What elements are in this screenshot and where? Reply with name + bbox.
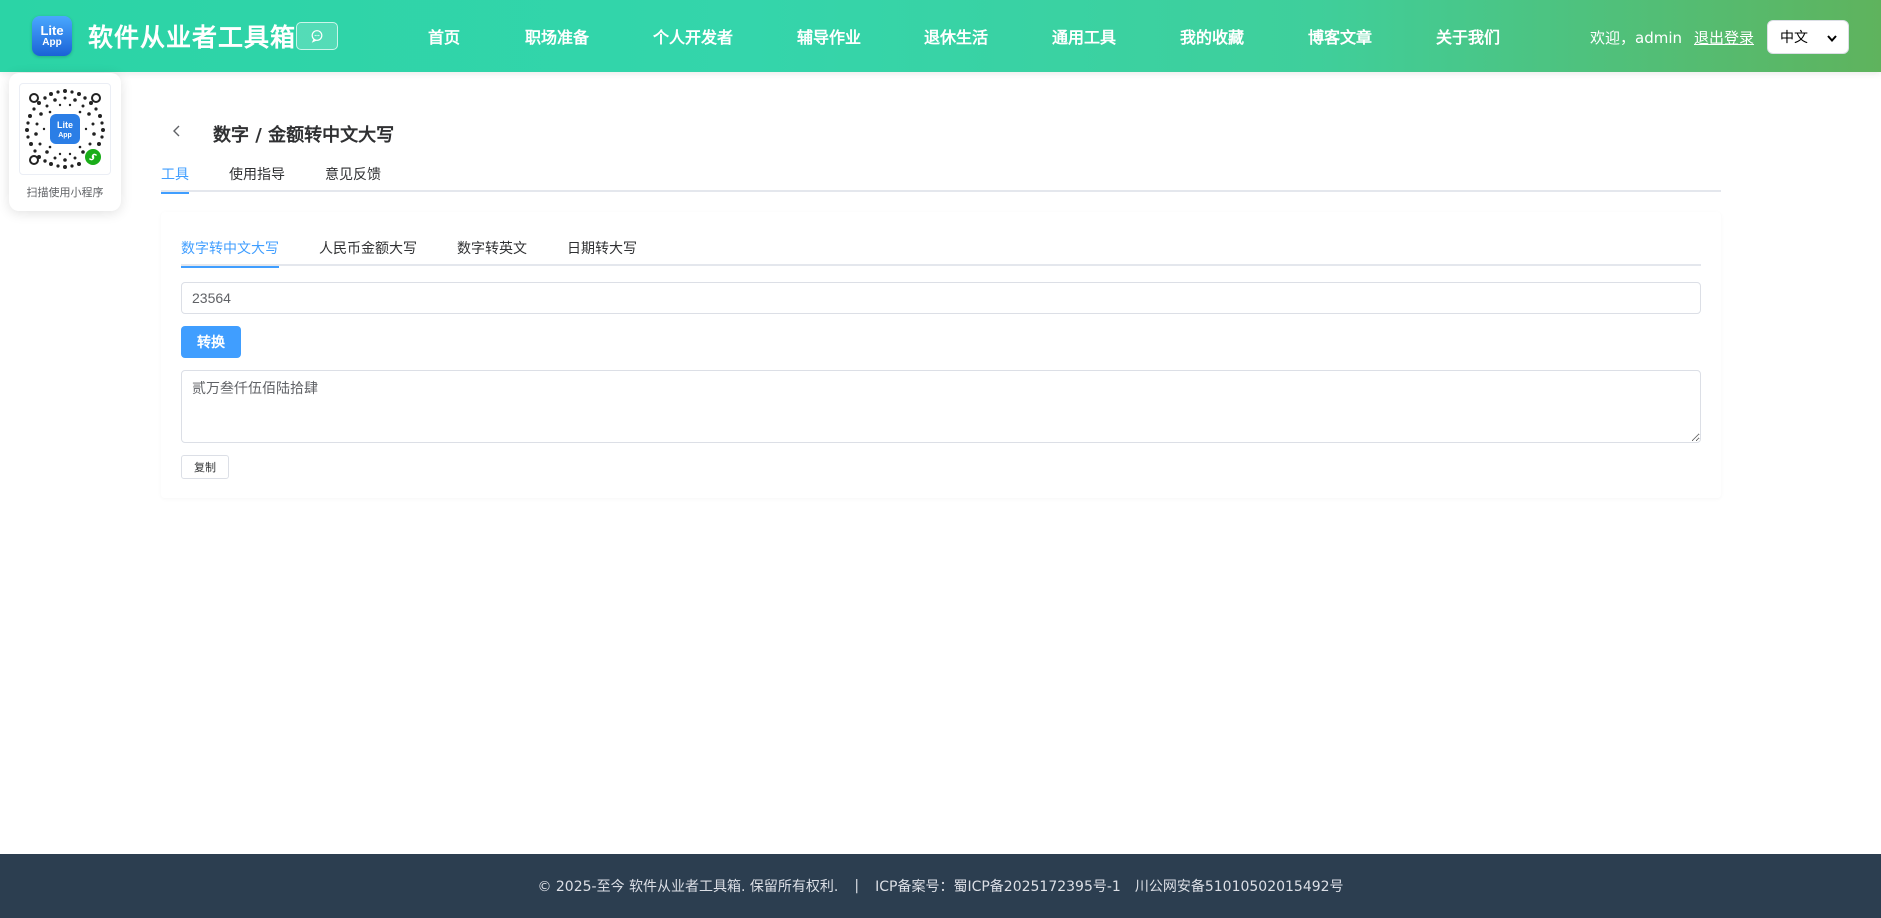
nav-item-about[interactable]: 关于我们 — [1436, 24, 1500, 48]
logo-text-line1: Lite — [40, 23, 64, 38]
logo-text-line2: App — [42, 37, 62, 48]
back-arrow-icon[interactable] — [170, 124, 184, 138]
chevron-down-icon — [1827, 35, 1837, 43]
chat-icon — [311, 30, 323, 43]
tab-feedback[interactable]: 意见反馈 — [325, 164, 381, 192]
tab-number-to-english[interactable]: 数字转英文 — [457, 238, 527, 266]
language-select[interactable]: 中文 — [1767, 20, 1849, 54]
nav-item-indie-dev[interactable]: 个人开发者 — [653, 24, 733, 48]
tool-panel: 数字转中文大写 人民币金额大写 数字转英文 日期转大写 转换 贰万叁仟伍佰陆拾肆… — [161, 212, 1721, 498]
qr-logo-line2: App — [58, 132, 72, 139]
site-title[interactable]: 软件从业者工具箱 — [88, 18, 296, 54]
qr-code-icon: Lite App — [25, 89, 105, 169]
nav-item-tools[interactable]: 通用工具 — [1052, 24, 1116, 48]
language-value: 中文 — [1780, 30, 1808, 46]
number-input[interactable] — [181, 282, 1701, 314]
tab-tool[interactable]: 工具 — [161, 164, 189, 194]
nav-item-homework[interactable]: 辅导作业 — [797, 24, 861, 48]
tab-rmb-amount[interactable]: 人民币金额大写 — [319, 238, 417, 266]
copyright-text: © 2025-至今 软件从业者工具箱. 保留所有权利. — [537, 879, 839, 895]
footer-separator: | — [854, 878, 860, 894]
qr-code: Lite App — [19, 83, 111, 175]
icp-link[interactable]: ICP备案号：蜀ICP备2025172395号-1 — [875, 876, 1121, 896]
qr-caption: 扫描使用小程序 — [26, 186, 104, 199]
chat-button[interactable] — [296, 22, 338, 50]
qr-logo-line1: Lite — [57, 120, 73, 130]
convert-button[interactable]: 转换 — [181, 326, 241, 358]
tab-date-to-chinese[interactable]: 日期转大写 — [567, 238, 637, 266]
nav-item-home[interactable]: 首页 — [428, 24, 460, 48]
result-textarea[interactable]: 贰万叁仟伍佰陆拾肆 — [181, 370, 1701, 443]
tab-guide[interactable]: 使用指导 — [229, 164, 285, 192]
nav-item-blog[interactable]: 博客文章 — [1308, 24, 1372, 48]
nav-item-retirement[interactable]: 退休生活 — [924, 24, 988, 48]
converter-tabs: 数字转中文大写 人民币金额大写 数字转英文 日期转大写 — [181, 236, 1701, 268]
page-footer: © 2025-至今 软件从业者工具箱. 保留所有权利. | ICP备案号：蜀IC… — [0, 854, 1881, 918]
page-title: 数字 / 金额转中文大写 — [213, 125, 395, 146]
page-tabs: 工具 使用指导 意见反馈 — [161, 160, 1721, 194]
app-logo[interactable]: Lite App — [32, 16, 72, 56]
nav-item-favorites[interactable]: 我的收藏 — [1180, 24, 1244, 48]
top-header: Lite App 软件从业者工具箱 首页 职场准备 个人开发者 辅导作业 退休生… — [0, 0, 1881, 72]
copy-button[interactable]: 复制 — [181, 455, 229, 479]
tab-number-to-chinese[interactable]: 数字转中文大写 — [181, 238, 279, 268]
nav-item-career[interactable]: 职场准备 — [525, 24, 589, 48]
mini-program-card: Lite App 扫描使用小程序 — [9, 73, 121, 211]
welcome-text: 欢迎，admin — [1590, 29, 1682, 47]
logout-link[interactable]: 退出登录 — [1694, 27, 1754, 48]
police-record-link[interactable]: 川公网安备51010502015492号 — [1135, 876, 1344, 896]
